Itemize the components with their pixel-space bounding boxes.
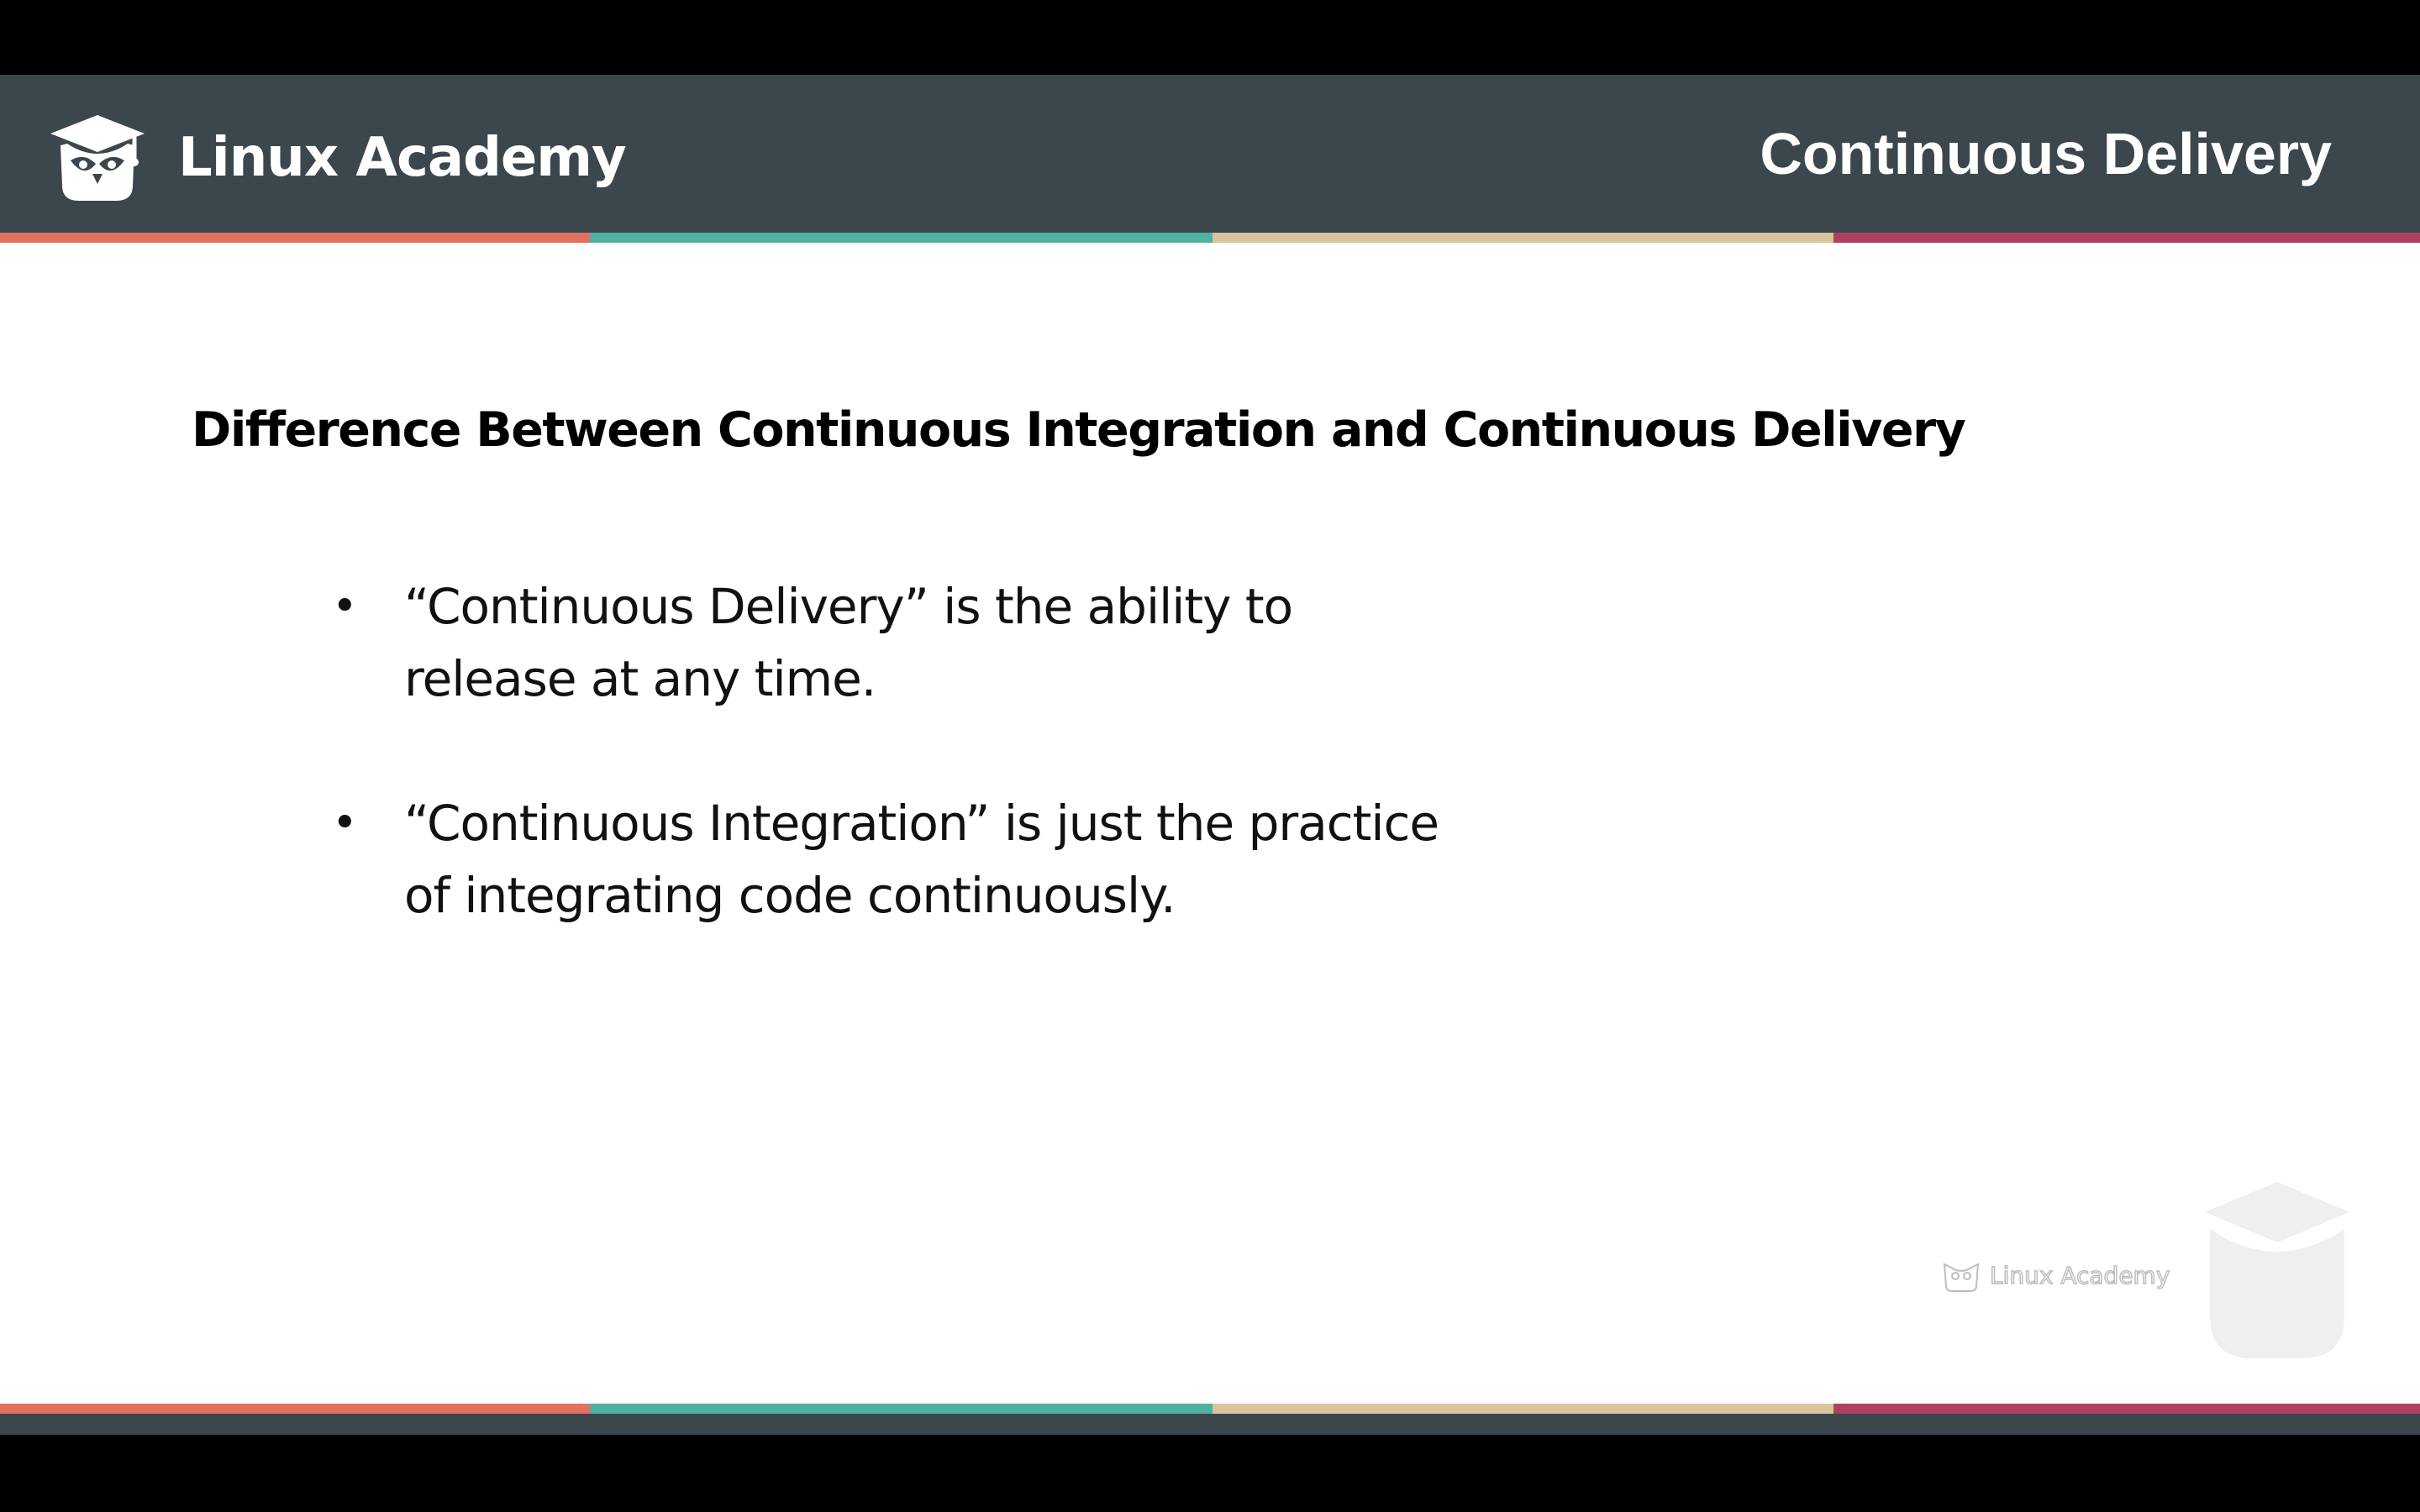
bullet-item: • “Continuous Delivery” is the ability t… (332, 570, 1592, 715)
slide-header: Linux Academy Continuous Delivery (0, 75, 2420, 233)
brand-logo: Linux Academy (49, 112, 627, 204)
bullet-item: • “Continuous Integration” is just the p… (332, 787, 1592, 932)
header-title: Continuous Delivery (1760, 121, 2332, 186)
bullet-dot: • (332, 798, 358, 848)
watermark-logo: Linux Academy (1941, 1257, 2170, 1293)
watermark-text: Linux Academy (1989, 1261, 2170, 1290)
bullet-line: release at any time. (404, 650, 876, 707)
owl-background-icon (2205, 1182, 2349, 1358)
bullet-line: “Continuous Integration” is just the pra… (404, 795, 1439, 852)
bullet-line: of integrating code continuously. (404, 867, 1176, 924)
owl-watermark-icon (1943, 1263, 1980, 1292)
slide-footer (0, 1414, 2420, 1435)
bullet-line: “Continuous Delivery” is the ability to (404, 578, 1293, 635)
slide-heading: Difference Between Continuous Integratio… (192, 402, 1966, 458)
video-frame: Linux Academy Continuous Delivery Differ… (0, 0, 2420, 1512)
color-stripe-top (0, 233, 2420, 243)
slide: Linux Academy Continuous Delivery Differ… (0, 75, 2420, 1435)
bullet-dot: • (332, 581, 358, 632)
brand-name: Linux Academy (178, 127, 627, 189)
color-stripe-bottom (0, 1404, 2420, 1414)
bullet-list: • “Continuous Delivery” is the ability t… (332, 570, 1592, 1004)
owl-logo-icon (50, 115, 145, 201)
